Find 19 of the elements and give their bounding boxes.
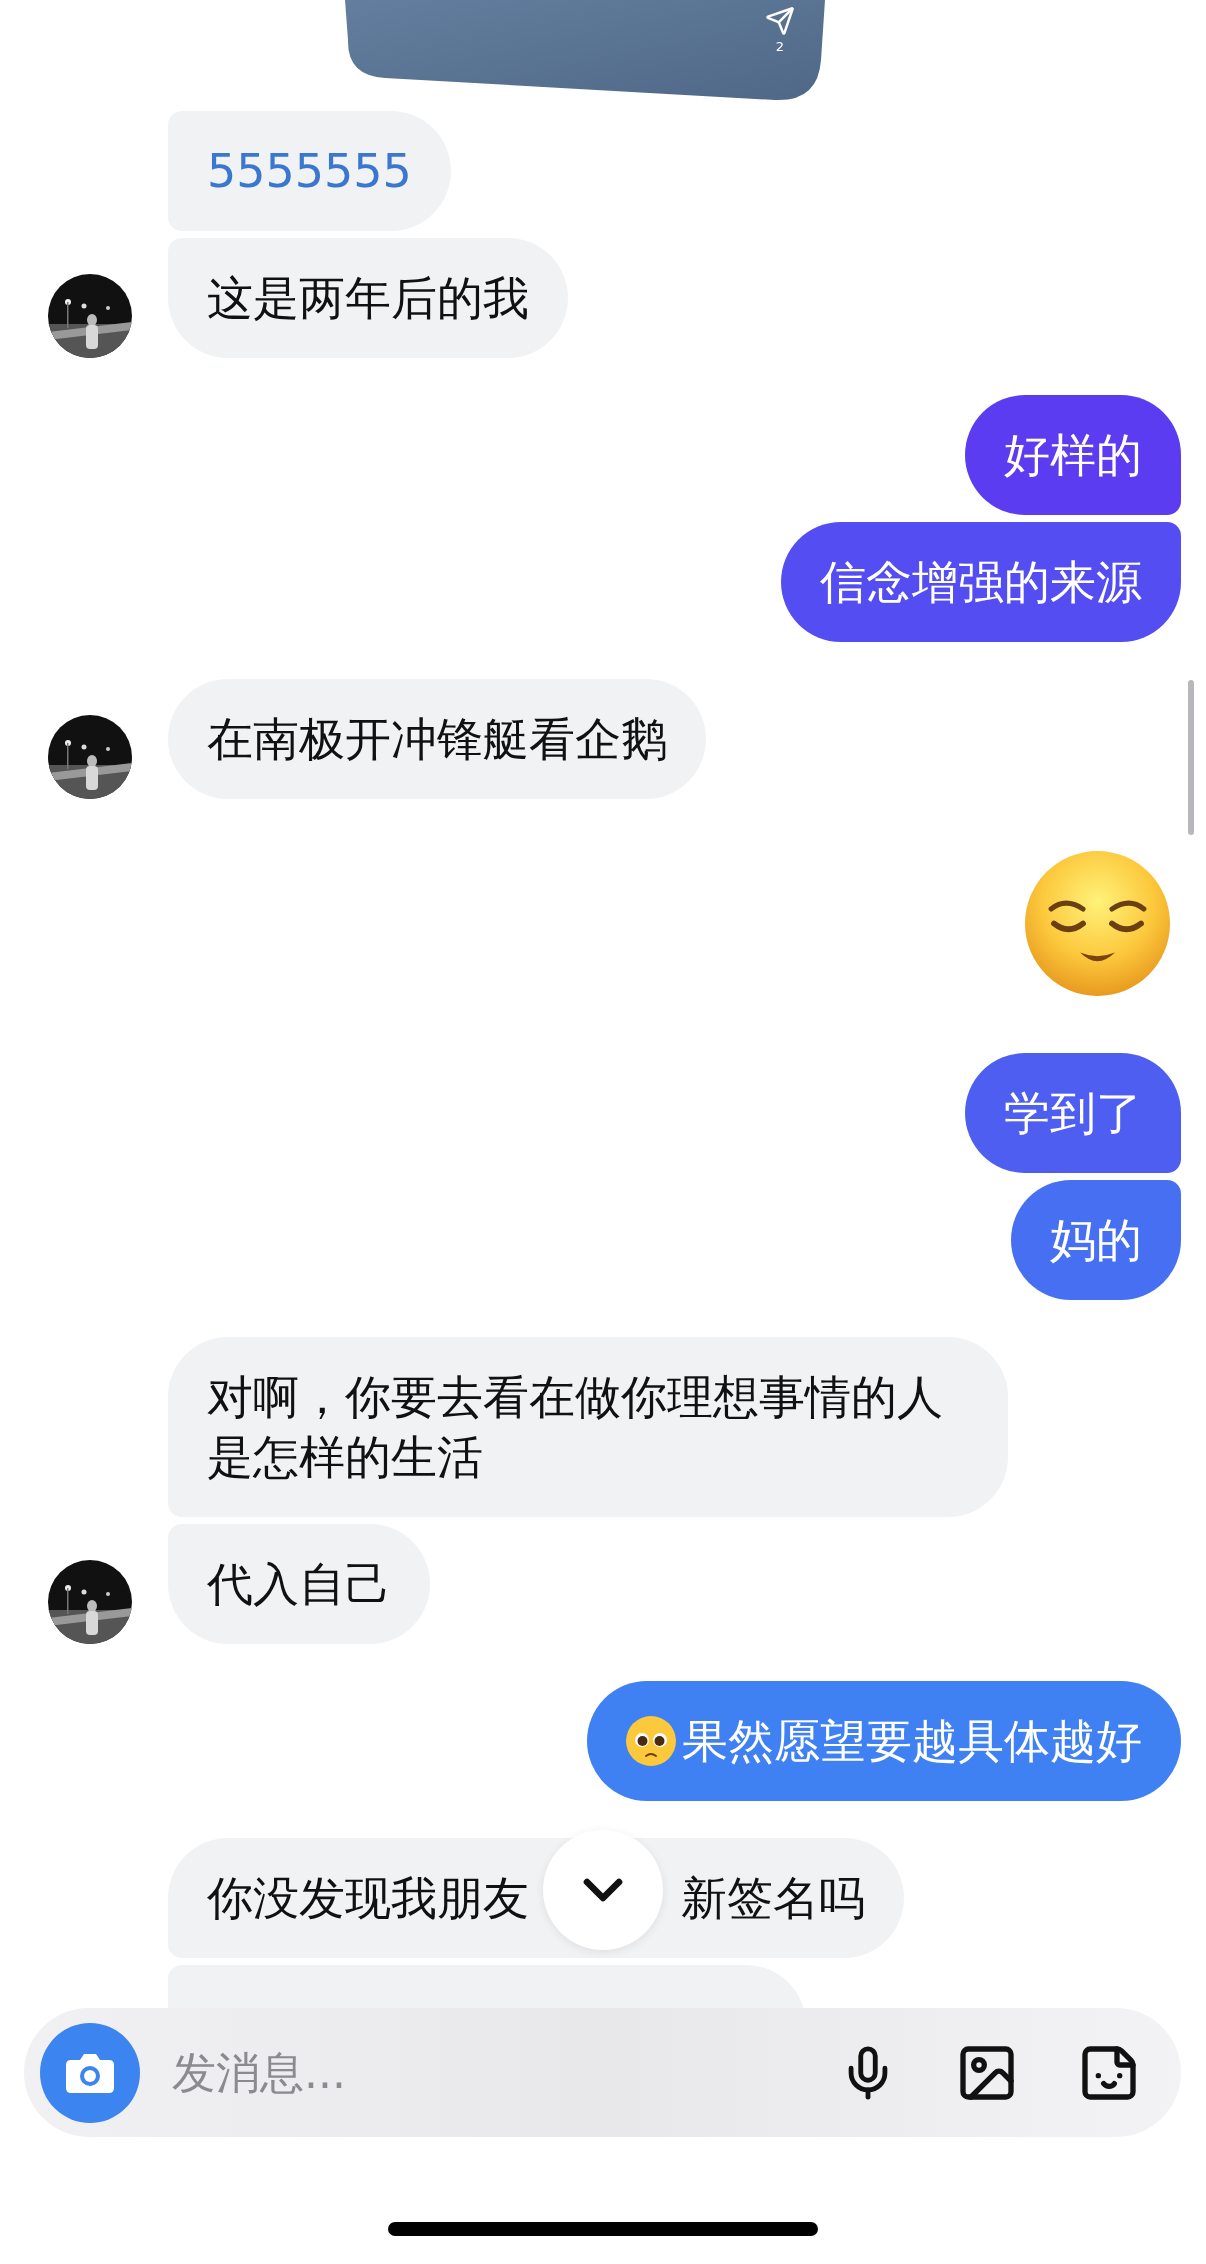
message-bubble: 好样的 — [965, 395, 1181, 515]
relieved-face-icon — [1025, 851, 1170, 996]
message-bubble: 代入自己 — [168, 1524, 430, 1644]
message-bubble: 妈的 — [1011, 1180, 1181, 1300]
scrollbar[interactable] — [1188, 680, 1194, 835]
message-bubble: 学到了 — [965, 1053, 1181, 1173]
share-count: 2 — [775, 40, 785, 54]
message-input[interactable]: 发消息... — [170, 2046, 781, 2099]
camera-icon — [65, 2051, 115, 2094]
message-bubble: 对啊，你要去看在做你理想事情的人是怎样的生活 — [168, 1337, 1008, 1517]
message-text: 你没发现我朋友 — [207, 1870, 529, 1927]
message-text: 果然愿望要越具体越好 — [682, 1713, 1142, 1770]
link-message-bubble: 5555555 — [168, 111, 451, 231]
message-text: 新签名吗 — [681, 1870, 865, 1927]
message-bubble: 这是两年后的我 — [168, 238, 568, 358]
message-bubble: 在南极开冲锋艇看企鹅 — [168, 679, 706, 799]
pleading-face-icon — [626, 1716, 676, 1766]
send-icon[interactable] — [765, 6, 795, 36]
message-bubble: 信念增强的来源 — [781, 522, 1181, 642]
